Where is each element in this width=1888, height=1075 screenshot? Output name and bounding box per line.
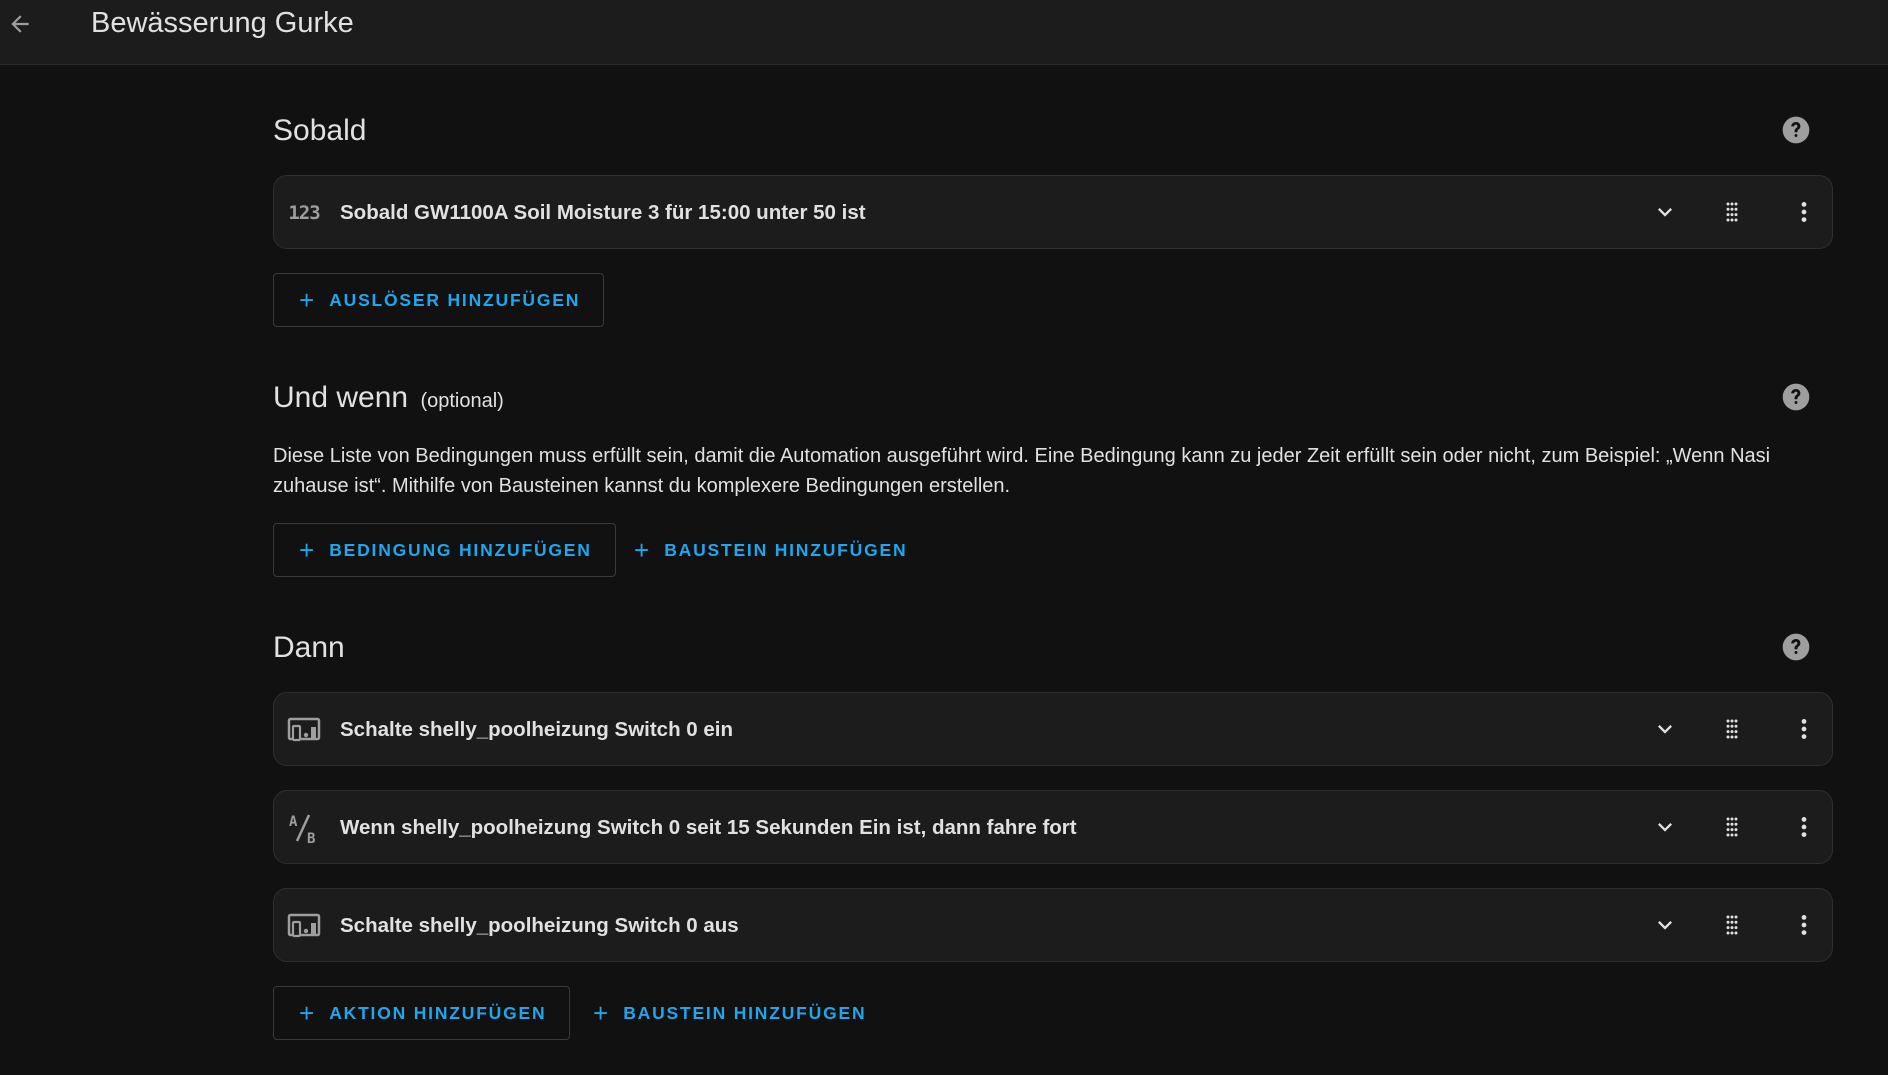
- action-description: Schalte shelly_poolheizung Switch 0 aus: [340, 914, 739, 937]
- dots-vertical-icon: [1801, 719, 1807, 739]
- actions-header: Dann: [273, 628, 1833, 668]
- chevron-down-icon: [1658, 208, 1672, 217]
- card-actions: [1612, 176, 1832, 248]
- card-actions: [1612, 791, 1832, 863]
- dots-vertical-icon: [1801, 202, 1807, 222]
- drag-grid-icon: [1726, 719, 1738, 739]
- plus-icon: +: [593, 998, 609, 1028]
- plus-icon: +: [299, 535, 315, 565]
- arrow-left-icon: [11, 15, 29, 33]
- trigger-card[interactable]: 123 Sobald GW1100A Soil Moisture 3 für 1…: [273, 175, 1833, 249]
- drag-handle[interactable]: [1714, 711, 1750, 747]
- actions-title: Dann: [273, 631, 345, 664]
- chevron-down-icon: [1658, 823, 1672, 832]
- drag-grid-icon: [1726, 915, 1738, 935]
- chevron-down-icon: [1658, 921, 1672, 930]
- more-menu-button[interactable]: [1786, 194, 1822, 230]
- more-menu-button[interactable]: [1786, 711, 1822, 747]
- page-title: Bewässerung Gurke: [91, 7, 354, 39]
- expand-button[interactable]: [1647, 907, 1683, 943]
- drag-handle[interactable]: [1714, 809, 1750, 845]
- conditions-title: Und wenn (optional): [273, 381, 504, 414]
- add-action-block-button[interactable]: + BAUSTEIN HINZUFÜGEN: [593, 986, 866, 1040]
- add-action-button[interactable]: + AKTION HINZUFÜGEN: [273, 986, 571, 1040]
- dots-vertical-icon: [1801, 915, 1807, 935]
- add-condition-block-button[interactable]: + BAUSTEIN HINZUFÜGEN: [634, 523, 907, 577]
- help-icon[interactable]: [1780, 631, 1812, 663]
- add-trigger-button[interactable]: + AUSLÖSER HINZUFÜGEN: [273, 273, 605, 327]
- triggers-header: Sobald: [273, 111, 1833, 151]
- triggers-title: Sobald: [273, 114, 367, 147]
- expand-button[interactable]: [1647, 711, 1683, 747]
- plus-icon: +: [299, 998, 315, 1028]
- drag-handle[interactable]: [1714, 907, 1750, 943]
- conditions-header: Und wenn (optional): [273, 378, 1833, 418]
- drag-grid-icon: [1726, 202, 1738, 222]
- action-card[interactable]: A B Wenn shelly_poolheizung Switch 0 sei…: [273, 790, 1833, 864]
- plus-icon: +: [634, 535, 650, 565]
- trigger-description: Sobald GW1100A Soil Moisture 3 für 15:00…: [340, 201, 866, 224]
- conditions-description: Diese Liste von Bedingungen muss erfüllt…: [273, 445, 1771, 497]
- add-condition-button[interactable]: + BEDINGUNG HINZUFÜGEN: [273, 523, 616, 577]
- drag-grid-icon: [1726, 817, 1738, 837]
- numeric-icon: 123: [288, 202, 320, 224]
- plus-icon: +: [299, 285, 315, 315]
- card-actions: [1612, 889, 1832, 961]
- action-card[interactable]: Schalte shelly_poolheizung Switch 0 ein: [273, 692, 1833, 766]
- optional-label: (optional): [420, 390, 504, 412]
- expand-button[interactable]: [1647, 809, 1683, 845]
- help-icon[interactable]: [1780, 114, 1812, 146]
- chevron-down-icon: [1658, 725, 1672, 734]
- more-menu-button[interactable]: [1786, 907, 1822, 943]
- action-description: Wenn shelly_poolheizung Switch 0 seit 15…: [340, 816, 1077, 839]
- dots-vertical-icon: [1801, 817, 1807, 837]
- more-menu-button[interactable]: [1786, 809, 1822, 845]
- svg-text:A: A: [289, 814, 298, 830]
- devices-icon: [286, 911, 322, 941]
- ab-testing-icon: A B: [286, 813, 322, 845]
- devices-icon: [286, 715, 322, 745]
- top-app-bar: Bewässerung Gurke: [0, 0, 1888, 65]
- card-actions: [1612, 693, 1832, 765]
- help-icon[interactable]: [1780, 381, 1812, 413]
- svg-text:B: B: [307, 831, 315, 845]
- action-card[interactable]: Schalte shelly_poolheizung Switch 0 aus: [273, 888, 1833, 962]
- expand-button[interactable]: [1647, 194, 1683, 230]
- back-button[interactable]: [0, 0, 40, 48]
- action-description: Schalte shelly_poolheizung Switch 0 ein: [340, 718, 734, 741]
- drag-handle[interactable]: [1714, 194, 1750, 230]
